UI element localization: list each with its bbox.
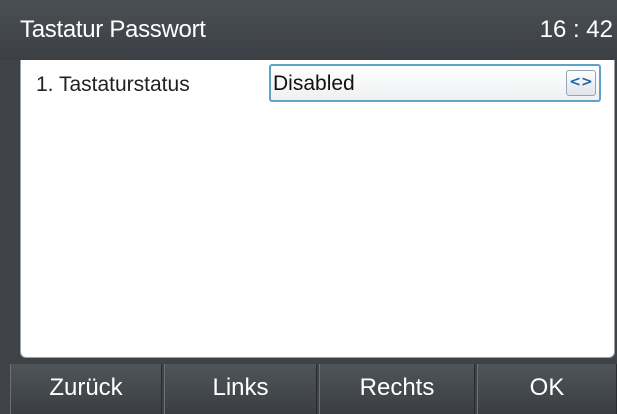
- back-softkey[interactable]: Zurück: [10, 364, 162, 414]
- left-softkey[interactable]: Links: [164, 364, 317, 414]
- ok-softkey[interactable]: OK: [477, 364, 617, 414]
- select-value: Disabled: [273, 72, 355, 95]
- title-bar: Tastatur Passwort 16 : 42: [0, 0, 617, 60]
- setting-label: 1. Tastaturstatus: [36, 73, 190, 96]
- right-softkey[interactable]: Rechts: [319, 364, 475, 414]
- settings-panel: 1. Tastaturstatus Disabled <>: [20, 60, 615, 358]
- page-title: Tastatur Passwort: [20, 16, 206, 43]
- left-right-arrows-icon[interactable]: <>: [566, 70, 596, 96]
- clock: 16 : 42: [539, 16, 613, 43]
- softkey-bar: Zurück Links Rechts OK: [0, 364, 617, 414]
- keypad-status-select[interactable]: Disabled <>: [269, 64, 601, 102]
- setting-row-keypad-status[interactable]: 1. Tastaturstatus Disabled <>: [21, 60, 614, 110]
